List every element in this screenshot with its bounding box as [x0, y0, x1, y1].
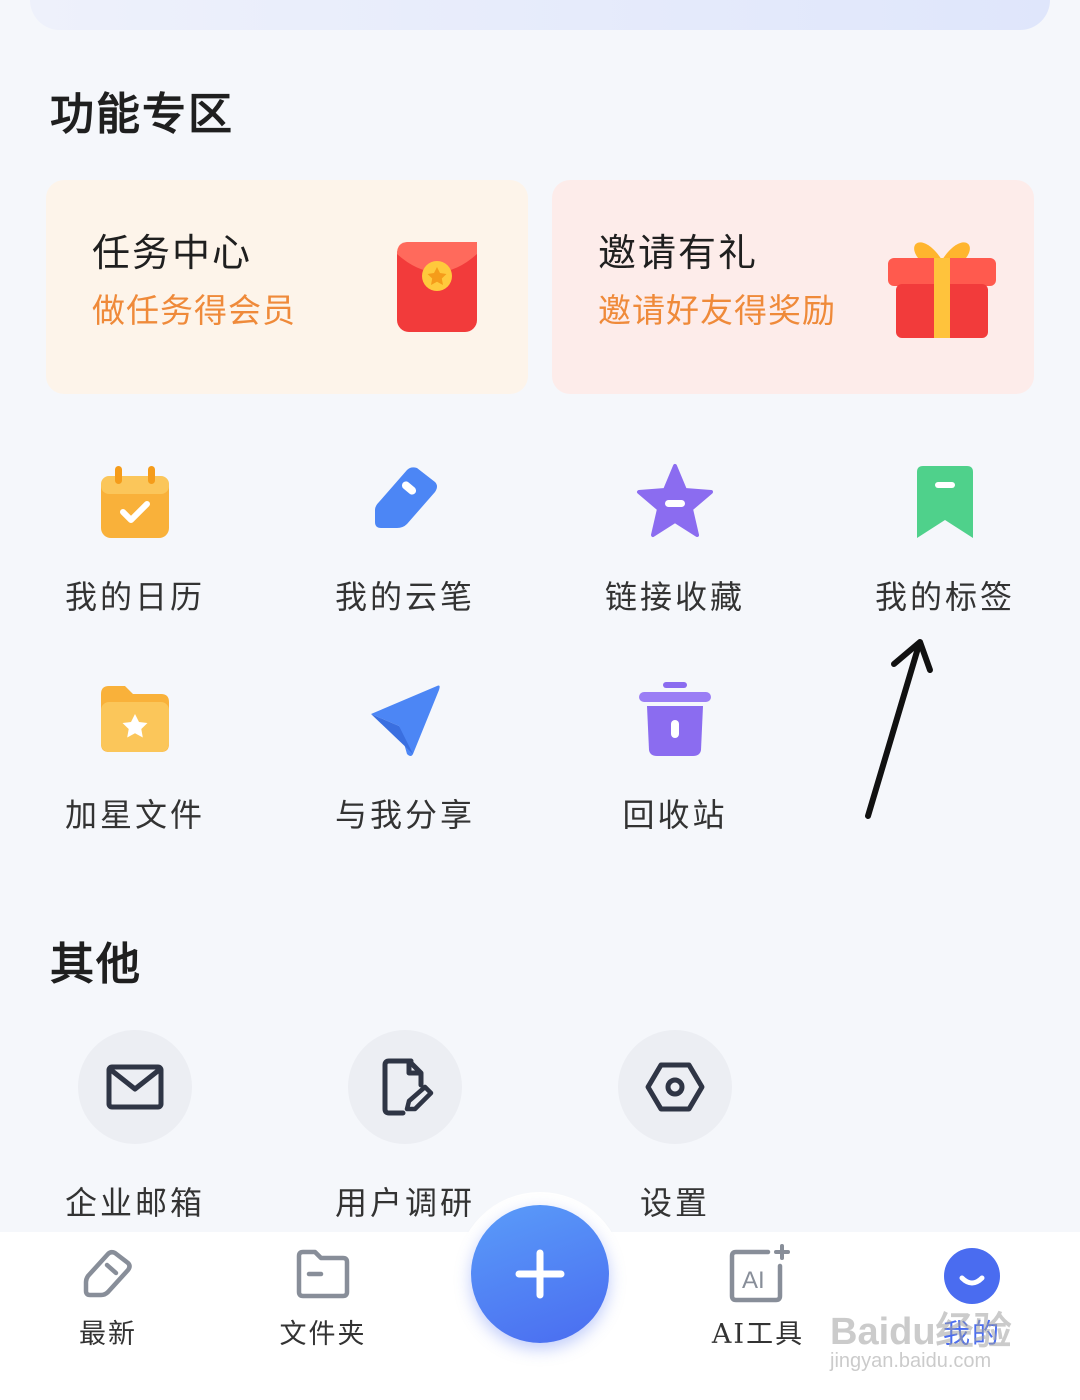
section-title-features: 功能专区 — [50, 89, 234, 140]
bookmark-icon — [917, 466, 973, 538]
tag-pen-icon — [375, 467, 437, 528]
watermark-url: jingyan.baidu.com — [830, 1350, 992, 1372]
mail-icon — [106, 1064, 164, 1110]
promo-task-center[interactable]: 任务中心 做任务得会员 — [46, 180, 528, 394]
feature-link-favorites[interactable]: 链接收藏 — [540, 462, 810, 662]
gift-box-icon — [888, 242, 996, 338]
tag-outline-icon — [83, 1249, 132, 1298]
svg-text:AI: AI — [742, 1267, 765, 1294]
document-edit-icon — [382, 1058, 434, 1116]
icon-circle — [618, 1030, 732, 1144]
feature-starred-files[interactable]: 加星文件 — [0, 680, 270, 880]
other-label: 企业邮箱 — [64, 1184, 205, 1222]
nav-ai-tools[interactable]: AI AI工具 — [688, 1240, 828, 1370]
nav-label: AI工具 — [711, 1319, 805, 1350]
paper-plane-icon — [371, 685, 440, 756]
icon-circle — [78, 1030, 192, 1144]
other-settings[interactable]: 设置 — [540, 1030, 810, 1230]
nav-folder[interactable]: 文件夹 — [253, 1240, 393, 1370]
red-envelope-icon — [397, 242, 477, 332]
icon-circle — [348, 1030, 462, 1144]
calendar-icon — [101, 466, 169, 538]
annotation-arrow — [865, 639, 933, 819]
feature-label: 链接收藏 — [604, 578, 745, 616]
star-icon — [637, 464, 713, 537]
feature-shared-with-me[interactable]: 与我分享 — [270, 680, 540, 880]
watermark-brand: Baidu经验 — [830, 1311, 1012, 1353]
feature-label: 我的标签 — [874, 578, 1015, 616]
promo-subtitle: 邀请好友得奖励 — [598, 291, 836, 330]
starred-folder-icon — [101, 686, 169, 752]
profile-smile-icon — [944, 1248, 1000, 1304]
feature-label: 回收站 — [622, 796, 728, 834]
feature-label: 加星文件 — [64, 796, 205, 834]
feature-cloud-pen[interactable]: 我的云笔 — [270, 462, 540, 662]
folder-outline-icon — [296, 1249, 350, 1299]
other-user-research[interactable]: 用户调研 — [270, 1030, 540, 1230]
settings-icon — [645, 1062, 705, 1112]
trash-icon — [639, 682, 711, 756]
feature-recycle-bin[interactable]: 回收站 — [540, 680, 810, 880]
feature-label: 我的云笔 — [334, 578, 475, 616]
other-enterprise-mail[interactable]: 企业邮箱 — [0, 1030, 270, 1230]
feature-label: 与我分享 — [334, 796, 475, 834]
nav-latest[interactable]: 最新 — [38, 1240, 178, 1370]
plus-icon — [515, 1249, 565, 1299]
nav-label: 文件夹 — [279, 1319, 367, 1350]
section-title-others: 其他 — [50, 939, 142, 990]
promo-subtitle: 做任务得会员 — [92, 291, 296, 330]
ai-tool-icon: AI — [729, 1244, 790, 1303]
top-banner — [30, 0, 1050, 30]
nav-label: 最新 — [79, 1319, 137, 1350]
promo-invite[interactable]: 邀请有礼 邀请好友得奖励 — [552, 180, 1034, 394]
promo-title: 邀请有礼 — [598, 231, 759, 275]
add-button[interactable] — [471, 1205, 609, 1343]
feature-label: 我的日历 — [64, 578, 205, 616]
promo-title: 任务中心 — [92, 231, 253, 275]
feature-calendar[interactable]: 我的日历 — [0, 462, 270, 662]
